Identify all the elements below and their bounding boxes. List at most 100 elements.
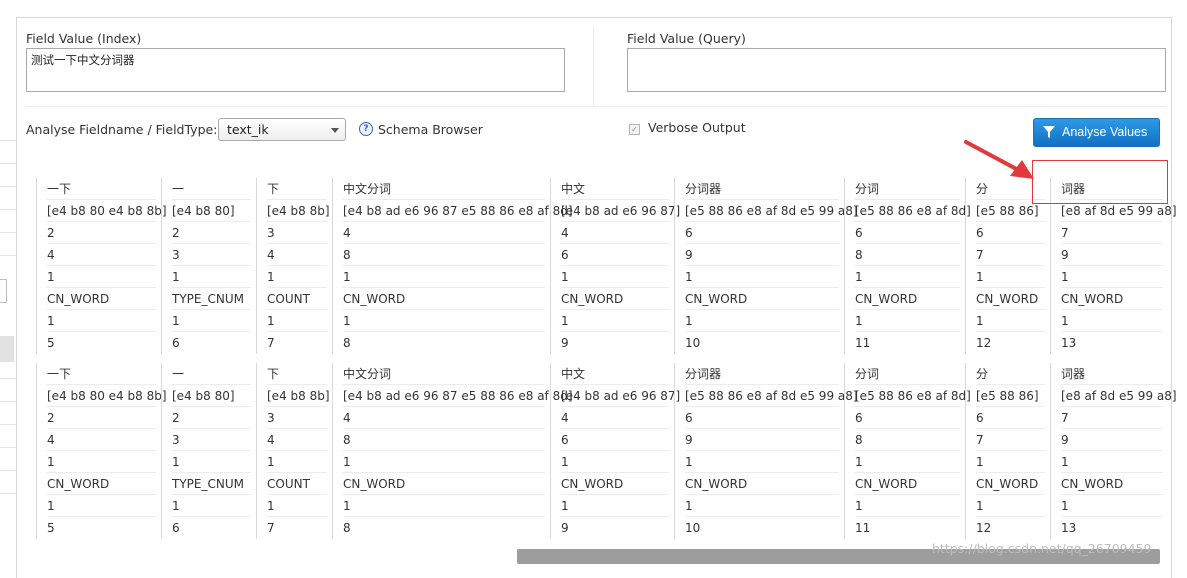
token-cell: CN_WORD <box>561 288 669 310</box>
token-cell: 3 <box>267 222 327 244</box>
token-column: 下 [e4 b8 8b] 3 4 1 COUNT 1 7 <box>256 363 333 539</box>
watermark: https://blog.csdn.net/qq_26709459 <box>932 541 1152 556</box>
token-cell: 1 <box>561 266 669 288</box>
verbose-checkbox[interactable]: ✓ <box>629 124 640 135</box>
token-cell: 1 <box>561 451 669 473</box>
token-cell: 12 <box>976 336 992 350</box>
token-cell: 1 <box>172 495 251 517</box>
token-cell: [e4 b8 ad e6 96 87 e5 88 86 e8 af 8d] <box>343 200 573 222</box>
token-cell: 9 <box>561 336 569 350</box>
token-cell: 8 <box>343 336 351 350</box>
token-cell: CN_WORD <box>976 288 1045 310</box>
token-column: 分 [e5 88 86] 6 7 1 CN_WORD 1 12 <box>965 178 1051 354</box>
form-divider <box>26 106 1166 107</box>
token-cell: CN_WORD <box>855 288 960 310</box>
token-cell: 2 <box>172 222 251 244</box>
token-cell: 分词器 <box>685 363 839 385</box>
token-cell: [e4 b8 80 e4 b8 8b] <box>47 200 167 222</box>
token-cell: CN_WORD <box>343 288 545 310</box>
token-column: 词器 [e8 af 8d e5 99 a8] 7 9 1 CN_WORD 1 13 <box>1050 178 1177 354</box>
token-cell: 中文 <box>561 178 669 200</box>
token-cell: [e4 b8 80 e4 b8 8b] <box>47 385 167 407</box>
token-cell: [e5 88 86 e8 af 8d e5 99 a8] <box>685 385 858 407</box>
token-cell: 6 <box>855 407 960 429</box>
token-cell: 10 <box>685 336 701 350</box>
analyse-values-button[interactable]: Analyse Values <box>1033 118 1160 147</box>
token-cell: 9 <box>685 429 839 451</box>
token-cell: 1 <box>1061 451 1163 473</box>
token-column: 中文分词 [e4 b8 ad e6 96 87 e5 88 86 e8 af 8d… <box>332 178 573 354</box>
token-cell: 12 <box>976 521 992 535</box>
highlight-box <box>1032 160 1168 204</box>
token-cell: 一 <box>172 363 251 385</box>
token-cell: [e4 b8 80] <box>172 200 251 222</box>
token-cell: TYPE_CNUM <box>172 473 251 495</box>
schema-browser-link[interactable]: Schema Browser <box>378 122 483 137</box>
token-cell: 2 <box>47 407 156 429</box>
token-cell: 一 <box>172 178 251 200</box>
token-cell: CN_WORD <box>343 473 545 495</box>
token-cell: 1 <box>561 495 669 517</box>
token-cell: 13 <box>1061 521 1077 535</box>
token-cell: CN_WORD <box>976 473 1045 495</box>
token-cell: 7 <box>1061 407 1163 429</box>
token-cell: 6 <box>976 407 1045 429</box>
token-cell: 4 <box>343 407 545 429</box>
token-column: 一下 [e4 b8 80 e4 b8 8b] 2 4 1 CN_WORD 1 5 <box>36 363 167 539</box>
token-cell: 7 <box>267 521 275 535</box>
token-cell: 下 <box>267 363 327 385</box>
token-cell: 1 <box>976 495 1045 517</box>
sidebar-selected-row[interactable] <box>0 336 14 362</box>
fieldtype-select[interactable]: text_ik <box>218 118 346 141</box>
token-cell: 9 <box>1061 429 1163 451</box>
token-cell: 6 <box>561 429 669 451</box>
token-cell: 11 <box>855 521 871 535</box>
token-cell: 3 <box>172 429 251 451</box>
token-cell: [e4 b8 ad e6 96 87] <box>561 200 680 222</box>
left-sidebar-edge <box>0 0 16 569</box>
token-cell: 6 <box>685 407 839 429</box>
fieldtype-selected-value: text_ik <box>227 122 269 137</box>
token-cell: 1 <box>1061 310 1163 332</box>
token-cell: CN_WORD <box>561 473 669 495</box>
token-cell: 13 <box>1061 336 1077 350</box>
token-cell: [e4 b8 ad e6 96 87] <box>561 385 680 407</box>
token-cell: 1 <box>855 495 960 517</box>
token-cell: 1 <box>685 495 839 517</box>
token-cell: 分词 <box>855 363 960 385</box>
token-cell: 1 <box>976 451 1045 473</box>
fieldtype-label: Analyse Fieldname / FieldType: <box>26 122 218 137</box>
token-cell: 词器 <box>1061 363 1163 385</box>
token-cell: 9 <box>561 521 569 535</box>
token-cell: 1 <box>561 310 669 332</box>
token-cell: 4 <box>343 222 545 244</box>
index-field-textarea[interactable] <box>26 48 565 92</box>
token-cell: 1 <box>855 266 960 288</box>
token-cell: 1 <box>685 451 839 473</box>
token-cell: 7 <box>1061 222 1163 244</box>
token-column: 一下 [e4 b8 80 e4 b8 8b] 2 4 1 CN_WORD 1 5 <box>36 178 167 354</box>
token-cell: [e4 b8 80] <box>172 385 251 407</box>
token-cell: 8 <box>343 521 351 535</box>
query-field-textarea[interactable] <box>627 48 1166 92</box>
token-column: 一 [e4 b8 80] 2 3 1 TYPE_CNUM 1 6 <box>161 363 257 539</box>
token-cell: 1 <box>47 266 156 288</box>
token-cell: 4 <box>561 407 669 429</box>
token-cell: [e8 af 8d e5 99 a8] <box>1061 385 1177 407</box>
chevron-down-icon <box>331 128 339 133</box>
token-cell: 一下 <box>47 363 156 385</box>
help-icon[interactable]: ? <box>359 122 373 136</box>
query-field-label: Field Value (Query) <box>627 31 746 46</box>
token-cell: 5 <box>47 336 55 350</box>
column-divider <box>593 28 594 106</box>
token-cell: 7 <box>267 336 275 350</box>
token-cell: 10 <box>685 521 701 535</box>
token-cell: CN_WORD <box>47 473 156 495</box>
token-cell: TYPE_CNUM <box>172 288 251 310</box>
token-cell: 分词 <box>855 178 960 200</box>
token-cell: 1 <box>267 310 327 332</box>
token-cell: [e5 88 86] <box>976 385 1045 407</box>
token-column: 中文 [e4 b8 ad e6 96 87] 4 6 1 CN_WORD 1 9 <box>550 178 680 354</box>
token-cell: 6 <box>855 222 960 244</box>
sidebar-collapsed-box[interactable] <box>0 279 7 303</box>
